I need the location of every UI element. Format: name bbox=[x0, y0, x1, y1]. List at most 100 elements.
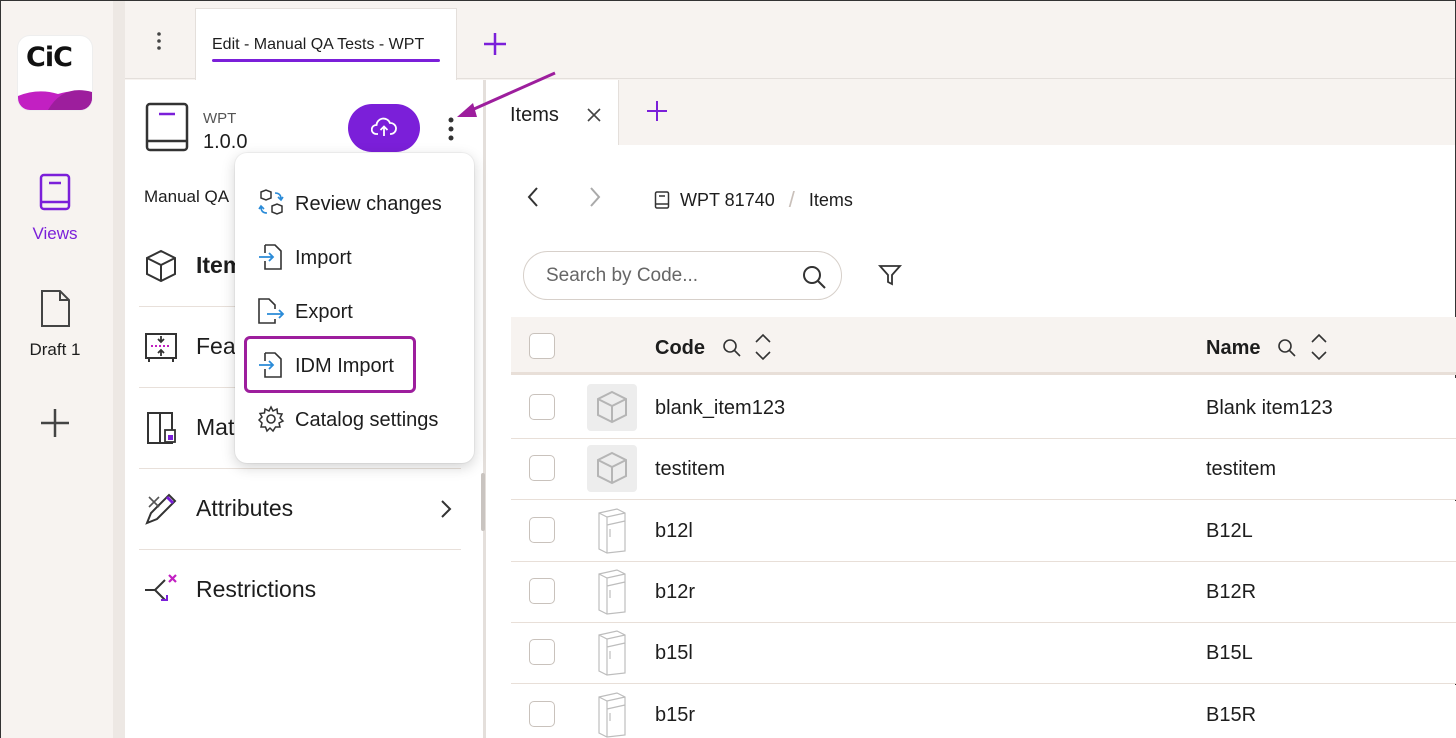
row-checkbox[interactable] bbox=[529, 394, 555, 420]
search-input[interactable] bbox=[546, 264, 786, 288]
gear-icon bbox=[257, 405, 285, 433]
app-logo[interactable]: CiC bbox=[18, 36, 92, 110]
catalog-version: 1.0.0 bbox=[203, 131, 248, 153]
menu-item-export-label: Export bbox=[295, 301, 353, 323]
table-row[interactable]: b15r B15R bbox=[511, 684, 1456, 738]
book-icon bbox=[39, 173, 71, 211]
sub-tab-bar: Items bbox=[486, 80, 1455, 145]
catalog-title: Manual QA bbox=[144, 187, 230, 206]
nav-item-restrictions-label: Restrictions bbox=[196, 576, 317, 602]
panel-resize-handle[interactable] bbox=[481, 473, 485, 531]
name-search-icon[interactable] bbox=[1276, 337, 1298, 359]
subtab-items[interactable]: Items bbox=[486, 80, 619, 145]
tab-active-underline bbox=[212, 59, 440, 62]
code-search-icon[interactable] bbox=[721, 337, 743, 359]
row-checkbox[interactable] bbox=[529, 577, 555, 604]
cell-name: B15R bbox=[1206, 703, 1257, 726]
features-icon bbox=[145, 333, 177, 362]
cell-code: blank_item123 bbox=[655, 397, 786, 419]
column-header-code[interactable]: Code bbox=[655, 337, 705, 360]
row-checkbox[interactable] bbox=[529, 516, 555, 543]
cloud-upload-icon bbox=[370, 117, 397, 136]
item-thumbnail-cube-icon bbox=[587, 384, 637, 431]
import-icon bbox=[259, 244, 282, 270]
name-sort-icon[interactable] bbox=[1310, 331, 1328, 363]
select-all-checkbox[interactable] bbox=[529, 333, 555, 359]
cell-code: testitem bbox=[655, 458, 726, 481]
breadcrumb-separator: / bbox=[788, 187, 795, 212]
breadcrumb: WPT 81740 / Items bbox=[654, 187, 853, 213]
forward-chevron-icon[interactable] bbox=[588, 185, 602, 209]
code-sort-icon[interactable] bbox=[754, 331, 772, 363]
add-subtab-plus-icon[interactable] bbox=[646, 100, 668, 122]
cell-name: Blank item123 bbox=[1206, 397, 1333, 419]
rail-views-label: Views bbox=[32, 224, 78, 243]
main-content: Items WPT 81740 / Items Search by Code..… bbox=[486, 80, 1456, 738]
review-changes-icon bbox=[258, 189, 284, 215]
table-header: Code Name bbox=[511, 317, 1456, 375]
item-thumbnail-cabinet-icon bbox=[587, 691, 637, 738]
item-thumbnail-cabinet-icon bbox=[587, 629, 637, 676]
chevron-right-icon bbox=[441, 500, 452, 518]
menu-item-import[interactable]: Import bbox=[235, 233, 474, 277]
rail-divider bbox=[113, 1, 125, 738]
breadcrumb-catalog[interactable]: WPT 81740 bbox=[680, 190, 775, 211]
menu-item-import-label: Import bbox=[295, 247, 352, 269]
nav-item-restrictions[interactable]: Restrictions bbox=[139, 550, 461, 631]
cell-code: b15r bbox=[655, 703, 696, 726]
back-chevron-icon[interactable] bbox=[526, 185, 540, 209]
cell-code: b12l bbox=[655, 519, 693, 542]
restrictions-icon bbox=[145, 574, 177, 601]
menu-item-review-changes[interactable]: Review changes bbox=[235, 179, 474, 223]
menu-item-export[interactable]: Export bbox=[235, 287, 474, 331]
item-thumbnail-cube-icon bbox=[587, 445, 637, 493]
catalog-code: WPT bbox=[203, 110, 237, 127]
close-icon[interactable] bbox=[586, 107, 602, 123]
menu-item-catalog-settings[interactable]: Catalog settings bbox=[235, 395, 474, 439]
menu-item-catalog-settings-label: Catalog settings bbox=[295, 409, 439, 431]
rail-add-button[interactable] bbox=[1, 406, 109, 445]
publish-upload-button[interactable] bbox=[348, 104, 420, 152]
search-icon[interactable] bbox=[801, 264, 827, 290]
logo-text: CiC bbox=[26, 42, 73, 73]
document-icon bbox=[41, 290, 70, 327]
table-row[interactable]: b15l B15L bbox=[511, 623, 1456, 685]
left-rail: CiC Views Draft 1 bbox=[1, 1, 113, 738]
cell-name: B12L bbox=[1206, 519, 1253, 542]
tabs-kebab-icon[interactable] bbox=[151, 29, 167, 53]
plus-icon bbox=[41, 409, 69, 437]
rail-views[interactable]: Views bbox=[1, 173, 109, 244]
rail-draft[interactable]: Draft 1 bbox=[1, 289, 109, 360]
cell-name: B15L bbox=[1206, 642, 1253, 665]
cell-code: b12r bbox=[655, 580, 696, 603]
export-icon bbox=[258, 298, 285, 324]
table-row[interactable]: testitem testitem bbox=[511, 439, 1456, 501]
materials-icon bbox=[147, 412, 176, 444]
subtab-items-label: Items bbox=[510, 104, 559, 126]
attributes-icon bbox=[145, 493, 177, 525]
nav-item-attributes-label: Attributes bbox=[196, 495, 294, 521]
idm-import-highlight-box bbox=[244, 336, 416, 393]
menu-item-review-changes-label: Review changes bbox=[295, 193, 442, 215]
row-checkbox[interactable] bbox=[529, 639, 555, 666]
cell-code: b15l bbox=[655, 642, 693, 665]
cube-icon bbox=[146, 249, 176, 283]
catalog-book-icon bbox=[145, 102, 189, 152]
cell-name: B12R bbox=[1206, 580, 1257, 603]
filter-icon[interactable] bbox=[878, 263, 902, 287]
search-box bbox=[523, 251, 842, 300]
tab-edit-catalog[interactable]: Edit - Manual QA Tests - WPT bbox=[195, 8, 457, 80]
catalog-more-kebab-icon[interactable] bbox=[443, 115, 459, 143]
table-row[interactable]: blank_item123 Blank item123 bbox=[511, 378, 1456, 439]
catalog-book-small-icon bbox=[654, 191, 670, 209]
table-row[interactable]: b12r B12R bbox=[511, 561, 1456, 623]
row-checkbox[interactable] bbox=[529, 455, 555, 482]
add-tab-plus-icon[interactable] bbox=[481, 30, 509, 58]
breadcrumb-current: Items bbox=[808, 189, 853, 210]
catalog-actions-menu: Review changes Import Export IDM Import … bbox=[235, 153, 474, 463]
nav-item-attributes[interactable]: Attributes bbox=[139, 469, 461, 550]
row-checkbox[interactable] bbox=[529, 700, 555, 727]
table-row[interactable]: b12l B12L bbox=[511, 500, 1456, 562]
column-header-name[interactable]: Name bbox=[1206, 337, 1260, 360]
item-thumbnail-cabinet-icon bbox=[587, 568, 637, 615]
